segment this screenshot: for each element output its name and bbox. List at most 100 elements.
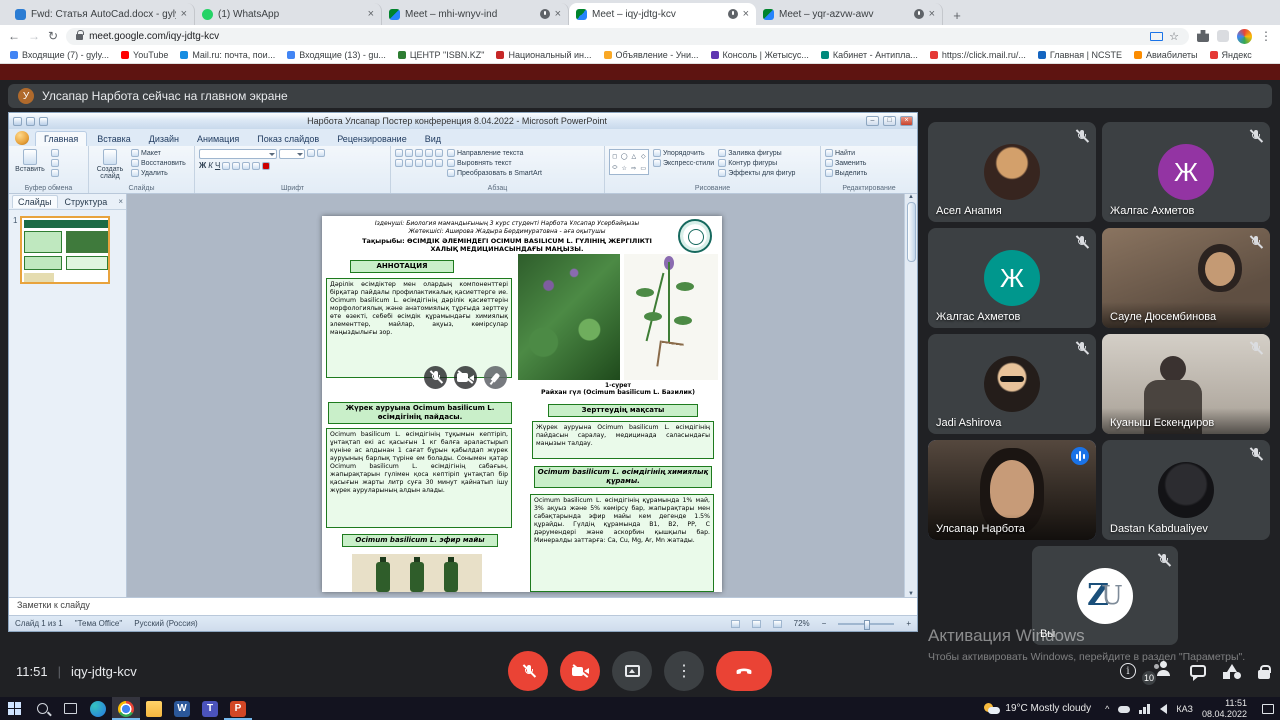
overlay-cam-off-button[interactable] — [454, 366, 477, 389]
shape-fill-button[interactable]: Заливка фигуры — [718, 149, 795, 157]
ribbon-tab-review[interactable]: Рецензирование — [329, 132, 415, 146]
network-icon[interactable] — [1139, 704, 1151, 714]
panel-tab-slides[interactable]: Слайды — [12, 195, 58, 208]
language-indicator[interactable]: КАЗ — [1176, 704, 1193, 714]
camera-toggle-button[interactable] — [560, 651, 600, 691]
text-shadow-icon[interactable] — [232, 162, 240, 170]
profile-avatar[interactable] — [1237, 29, 1252, 44]
new-slide-button[interactable]: Создать слайд — [93, 149, 127, 180]
forward-button[interactable]: → — [28, 30, 40, 42]
indent-more-icon[interactable] — [425, 149, 433, 157]
tab-close-icon[interactable]: × — [368, 8, 374, 20]
ribbon-tab-home[interactable]: Главная — [35, 131, 87, 146]
participant-tile[interactable]: Ж Жалгас Ахметов — [928, 228, 1096, 328]
shrink-font-icon[interactable] — [317, 149, 325, 157]
meeting-details-button[interactable]: i — [1120, 663, 1136, 679]
tab-close-icon[interactable]: × — [555, 8, 561, 20]
shape-outline-button[interactable]: Контур фигуры — [718, 159, 795, 167]
ribbon-tab-view[interactable]: Вид — [417, 132, 449, 146]
tab-autocad[interactable]: Fwd: Статья AutoCad.docx - gyly × — [8, 3, 195, 25]
panel-close-icon[interactable]: × — [118, 197, 123, 206]
bookmark-star-icon[interactable]: ☆ — [1169, 30, 1179, 43]
bold-button[interactable]: Ж — [199, 161, 206, 170]
italic-button[interactable]: К — [208, 161, 213, 170]
layout-button[interactable]: Макет — [131, 149, 186, 157]
present-button[interactable] — [612, 651, 652, 691]
arrange-button[interactable]: Упорядочить — [653, 149, 714, 157]
participant-tile[interactable]: Куаныш Ескендиров — [1102, 334, 1270, 434]
taskbar-powerpoint[interactable]: P — [224, 697, 252, 720]
host-controls-button[interactable] — [1258, 670, 1270, 679]
reset-button[interactable]: Восстановить — [131, 159, 186, 167]
bookmark-item[interactable]: Яндекс — [1210, 50, 1252, 60]
new-tab-button[interactable]: + — [947, 5, 967, 25]
ppt-titlebar[interactable]: Нарбота Улсапар Постер конференция 8.04.… — [9, 113, 917, 129]
font-color-icon[interactable] — [262, 162, 270, 170]
extension-icon[interactable] — [1217, 30, 1229, 42]
participant-tile[interactable]: Сауле Дюсембинова — [1102, 228, 1270, 328]
bookmark-item[interactable]: https://click.mail.ru/... — [930, 50, 1026, 60]
normal-view-icon[interactable] — [731, 620, 740, 628]
numbering-icon[interactable] — [405, 149, 413, 157]
browser-menu-icon[interactable]: ⋮ — [1260, 29, 1272, 43]
ribbon-tab-insert[interactable]: Вставка — [89, 132, 138, 146]
delete-button[interactable]: Удалить — [131, 169, 186, 177]
shape-effects-button[interactable]: Эффекты для фигур — [718, 169, 795, 177]
overlay-mic-off-button[interactable] — [424, 366, 447, 389]
undo-icon[interactable] — [26, 117, 35, 126]
replace-button[interactable]: Заменить — [825, 159, 867, 167]
hidden-icons-button[interactable]: ^ — [1105, 704, 1109, 714]
scroll-up-icon[interactable]: ▲ — [908, 194, 914, 200]
panel-tab-outline[interactable]: Структура — [60, 196, 113, 208]
participants-button[interactable]: 10 — [1153, 661, 1173, 681]
copy-icon[interactable] — [51, 159, 59, 167]
scroll-thumb[interactable] — [907, 202, 916, 262]
taskbar-chrome[interactable] — [112, 697, 140, 720]
participant-tile[interactable]: Ж Жалгас Ахметов — [1102, 122, 1270, 222]
taskbar-word[interactable]: W — [168, 697, 196, 720]
bookmark-item[interactable]: YouTube — [121, 50, 168, 60]
bookmark-item[interactable]: Авиабилеты — [1134, 50, 1198, 60]
strikethrough-icon[interactable] — [222, 162, 230, 170]
ribbon-tab-slideshow[interactable]: Показ слайдов — [249, 132, 327, 146]
ppt-notes-pane[interactable]: Заметки к слайду — [9, 597, 917, 615]
zoom-in-icon[interactable]: + — [906, 619, 911, 628]
align-center-icon[interactable] — [405, 159, 413, 167]
task-view-button[interactable] — [56, 697, 84, 720]
align-right-icon[interactable] — [415, 159, 423, 167]
align-text-button[interactable]: Выровнять текст — [447, 159, 542, 167]
slide-sorter-icon[interactable] — [752, 620, 761, 628]
taskbar-edge[interactable] — [84, 697, 112, 720]
bookmark-item[interactable]: Объявление - Уни... — [604, 50, 699, 60]
bookmark-item[interactable]: Mail.ru: почта, пои... — [180, 50, 275, 60]
shapes-gallery[interactable]: ◻◯△◇⬭☆⇨▭ — [609, 149, 649, 175]
cloud-tray-icon[interactable] — [1118, 706, 1130, 713]
slideshow-view-icon[interactable] — [773, 620, 782, 628]
paste-button[interactable]: Вставить — [13, 149, 47, 173]
slide-canvas[interactable]: Ізденуші: Биология мамандығының 3 курс с… — [322, 216, 722, 592]
font-family-combo[interactable] — [199, 149, 277, 159]
participant-tile[interactable]: Jadi Ashirova — [928, 334, 1096, 434]
tab-whatsapp[interactable]: (1) WhatsApp × — [195, 3, 382, 25]
action-center-icon[interactable] — [1262, 704, 1274, 714]
tab-close-icon[interactable]: × — [929, 8, 935, 20]
participant-tile[interactable]: Dastan Kabdualiyev — [1102, 440, 1270, 540]
indent-less-icon[interactable] — [415, 149, 423, 157]
quick-styles-button[interactable]: Экспресс-стили — [653, 159, 714, 167]
overlay-pin-button[interactable] — [484, 366, 507, 389]
text-direction-button[interactable]: Направление текста — [447, 149, 542, 157]
bookmark-item[interactable]: Входящие (7) - gyly... — [10, 50, 109, 60]
line-spacing-icon[interactable] — [435, 149, 443, 157]
tab-meet-active[interactable]: Meet – iqy-jdtg-kcv × — [569, 3, 756, 25]
char-spacing-icon[interactable] — [242, 162, 250, 170]
ppt-vertical-scrollbar[interactable]: ▲ ▼ — [904, 194, 917, 597]
change-case-icon[interactable] — [252, 162, 260, 170]
tab-meet-3[interactable]: Meet – yqr-azvw-awv × — [756, 3, 943, 25]
volume-icon[interactable] — [1160, 704, 1167, 714]
smartart-button[interactable]: Преобразовать в SmartArt — [447, 169, 542, 177]
bookmark-item[interactable]: Национальный ин... — [496, 50, 591, 60]
align-left-icon[interactable] — [395, 159, 403, 167]
bookmark-item[interactable]: Кабинет - Антипла... — [821, 50, 918, 60]
reload-button[interactable]: ↻ — [48, 30, 58, 42]
underline-button[interactable]: Ч — [215, 161, 220, 170]
